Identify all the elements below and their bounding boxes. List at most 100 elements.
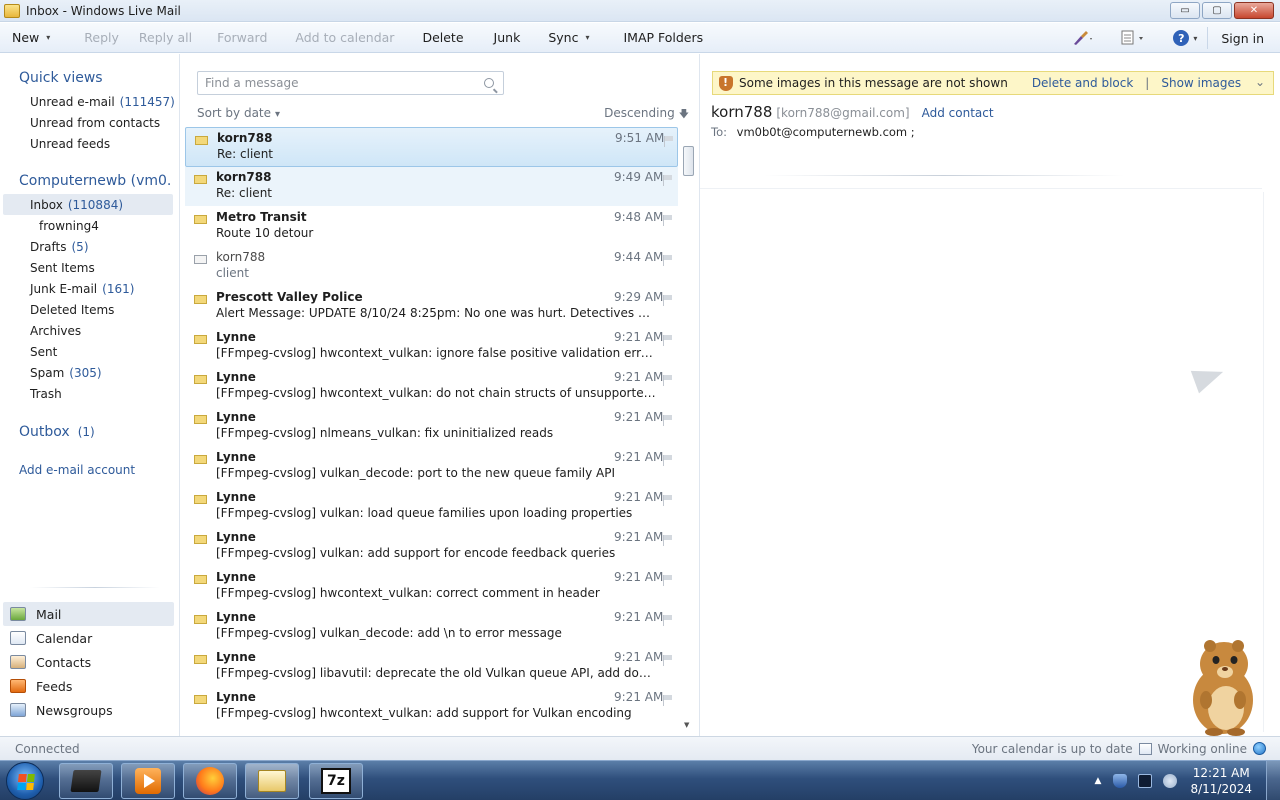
message-row[interactable]: korn788 9:51 AM Re: client (185, 127, 678, 167)
folder-sent[interactable]: Sent (0, 341, 179, 362)
quick-view-unread-feeds[interactable]: Unread feeds (0, 133, 179, 154)
scroll-down-arrow-icon[interactable]: ▼ (684, 721, 689, 729)
volume-icon[interactable] (1163, 774, 1178, 788)
flag-icon[interactable] (664, 136, 673, 147)
network-icon[interactable] (1138, 774, 1153, 788)
flag-icon[interactable] (663, 495, 672, 506)
taskbar-7zip[interactable]: 7z (309, 763, 363, 799)
add-to-calendar-button[interactable]: Add to calendar (279, 23, 406, 53)
reply-all-button[interactable]: Reply all (131, 23, 204, 53)
message-row[interactable]: Lynne 9:21 AM [FFmpeg-cvslog] libavutil:… (185, 647, 678, 687)
flag-icon[interactable] (663, 455, 672, 466)
message-row[interactable]: Prescott Valley Police 9:29 AM Alert Mes… (185, 287, 678, 327)
show-hidden-icons-icon[interactable]: ▲ (1095, 776, 1102, 786)
show-desktop-button[interactable] (1266, 761, 1280, 800)
message-row[interactable]: Lynne 9:21 AM [FFmpeg-cvslog] hwcontext_… (185, 367, 678, 407)
module-nav: Mail Calendar Contacts Feeds Newsgroups (0, 602, 180, 722)
junk-button[interactable]: Junk (476, 23, 533, 53)
sort-order-button[interactable]: Descending 🡇 (604, 106, 689, 122)
clock[interactable]: 12:21 AM 8/11/2024 (1190, 765, 1252, 797)
nav-newsgroups[interactable]: Newsgroups (0, 698, 180, 722)
flag-icon[interactable] (663, 215, 672, 226)
message-row[interactable]: Metro Transit 9:48 AM Route 10 detour (185, 207, 678, 247)
folder-outbox[interactable]: Outbox (1) (0, 419, 179, 445)
message-row[interactable]: Lynne 9:21 AM [FFmpeg-cvslog] vulkan_dec… (185, 607, 678, 647)
delete-and-block-link[interactable]: Delete and block (1032, 76, 1133, 90)
folder-inbox[interactable]: Inbox (110884) (3, 194, 173, 215)
quick-view-unread-from-contacts[interactable]: Unread from contacts (0, 112, 179, 133)
action-center-icon[interactable] (1113, 774, 1128, 788)
message-subject: Alert Message: UPDATE 8/10/24 8:25pm: No… (216, 306, 656, 320)
show-images-link[interactable]: Show images (1161, 76, 1241, 90)
sort-by-button[interactable]: Sort by date ▾ (197, 106, 280, 122)
flag-icon[interactable] (663, 415, 672, 426)
new-label: New (12, 30, 40, 45)
flag-icon[interactable] (663, 255, 672, 266)
scrollbar-thumb[interactable] (683, 146, 694, 176)
nav-contacts[interactable]: Contacts (0, 650, 180, 674)
folder-trash[interactable]: Trash (0, 383, 179, 404)
close-button[interactable]: ✕ (1234, 2, 1274, 19)
flag-icon[interactable] (663, 535, 672, 546)
menu-button[interactable] (1103, 23, 1155, 53)
add-email-account-link[interactable]: Add e-mail account (0, 460, 179, 480)
reading-pane-scrollbar[interactable] (1263, 192, 1280, 732)
taskbar-terminal[interactable] (59, 763, 113, 799)
envelope-icon (194, 295, 207, 304)
reply-button[interactable]: Reply (62, 23, 131, 53)
message-row[interactable]: Lynne 9:21 AM [FFmpeg-cvslog] vulkan: ad… (185, 527, 678, 567)
folder-sent-items[interactable]: Sent Items (0, 257, 179, 278)
sync-button[interactable]: Sync ▾ (532, 23, 601, 53)
message-row[interactable]: Lynne 9:21 AM [FFmpeg-cvslog] nlmeans_vu… (185, 407, 678, 447)
message-list-scrollbar[interactable]: ▼ (680, 127, 697, 733)
add-contact-link[interactable]: Add contact (922, 106, 994, 120)
taskbar-media-player[interactable] (121, 763, 175, 799)
online-status[interactable]: Working online (1158, 742, 1247, 756)
paintbrush-button[interactable] (1061, 23, 1103, 53)
flag-icon[interactable] (663, 695, 672, 706)
flag-icon[interactable] (663, 575, 672, 586)
message-row[interactable]: Lynne 9:21 AM [FFmpeg-cvslog] hwcontext_… (185, 687, 678, 727)
nav-mail[interactable]: Mail (3, 602, 174, 626)
message-row[interactable]: Lynne 9:21 AM [FFmpeg-cvslog] hwcontext_… (185, 327, 678, 367)
message-row[interactable]: Lynne 9:21 AM [FFmpeg-cvslog] vulkan: lo… (185, 487, 678, 527)
folder-deleted-items[interactable]: Deleted Items (0, 299, 179, 320)
minimize-button[interactable]: ▭ (1170, 2, 1200, 19)
folder-drafts[interactable]: Drafts (5) (0, 236, 179, 257)
search-icon[interactable] (484, 78, 494, 88)
flag-icon[interactable] (663, 335, 672, 346)
help-button[interactable]: ? ▾ (1155, 23, 1207, 53)
message-row[interactable]: Lynne 9:21 AM [FFmpeg-cvslog] hwcontext_… (185, 567, 678, 607)
new-button[interactable]: New ▾ (0, 23, 62, 53)
folder-spam[interactable]: Spam (305) (0, 362, 179, 383)
taskbar-windows-live-mail[interactable] (245, 763, 299, 799)
nav-calendar[interactable]: Calendar (0, 626, 180, 650)
folder-junk-email[interactable]: Junk E-mail (161) (0, 278, 179, 299)
flag-icon[interactable] (663, 375, 672, 386)
flag-icon[interactable] (663, 175, 672, 186)
quick-views-header[interactable]: Quick views (0, 65, 179, 91)
nav-feeds[interactable]: Feeds (0, 674, 180, 698)
message-sender: Lynne (216, 690, 256, 704)
sign-in-button[interactable]: Sign in (1208, 23, 1280, 53)
account-header[interactable]: Computernewb (vm0... (0, 168, 172, 194)
start-button[interactable] (6, 762, 44, 800)
flag-icon[interactable] (663, 655, 672, 666)
message-row[interactable]: korn788 9:49 AM Re: client (185, 167, 678, 207)
flag-icon[interactable] (663, 615, 672, 626)
quick-view-unread-email[interactable]: Unread e-mail (111457) (0, 91, 179, 112)
search-input[interactable] (205, 73, 475, 93)
message-row[interactable]: korn788 9:44 AM client (185, 247, 678, 287)
message-time: 9:21 AM (614, 530, 664, 544)
maximize-button[interactable]: ▢ (1202, 2, 1232, 19)
imap-folders-button[interactable]: IMAP Folders (601, 23, 715, 53)
forward-button[interactable]: Forward (204, 23, 279, 53)
taskbar-firefox[interactable] (183, 763, 237, 799)
folder-archives[interactable]: Archives (0, 320, 179, 341)
message-row[interactable]: Lynne 9:21 AM [FFmpeg-cvslog] vulkan_dec… (185, 447, 678, 487)
message-time: 9:21 AM (614, 370, 664, 384)
folder-frowning4[interactable]: frowning4 (0, 215, 179, 236)
chevron-down-icon[interactable]: ⌄ (1255, 75, 1265, 89)
delete-button[interactable]: Delete (406, 23, 475, 53)
flag-icon[interactable] (663, 295, 672, 306)
